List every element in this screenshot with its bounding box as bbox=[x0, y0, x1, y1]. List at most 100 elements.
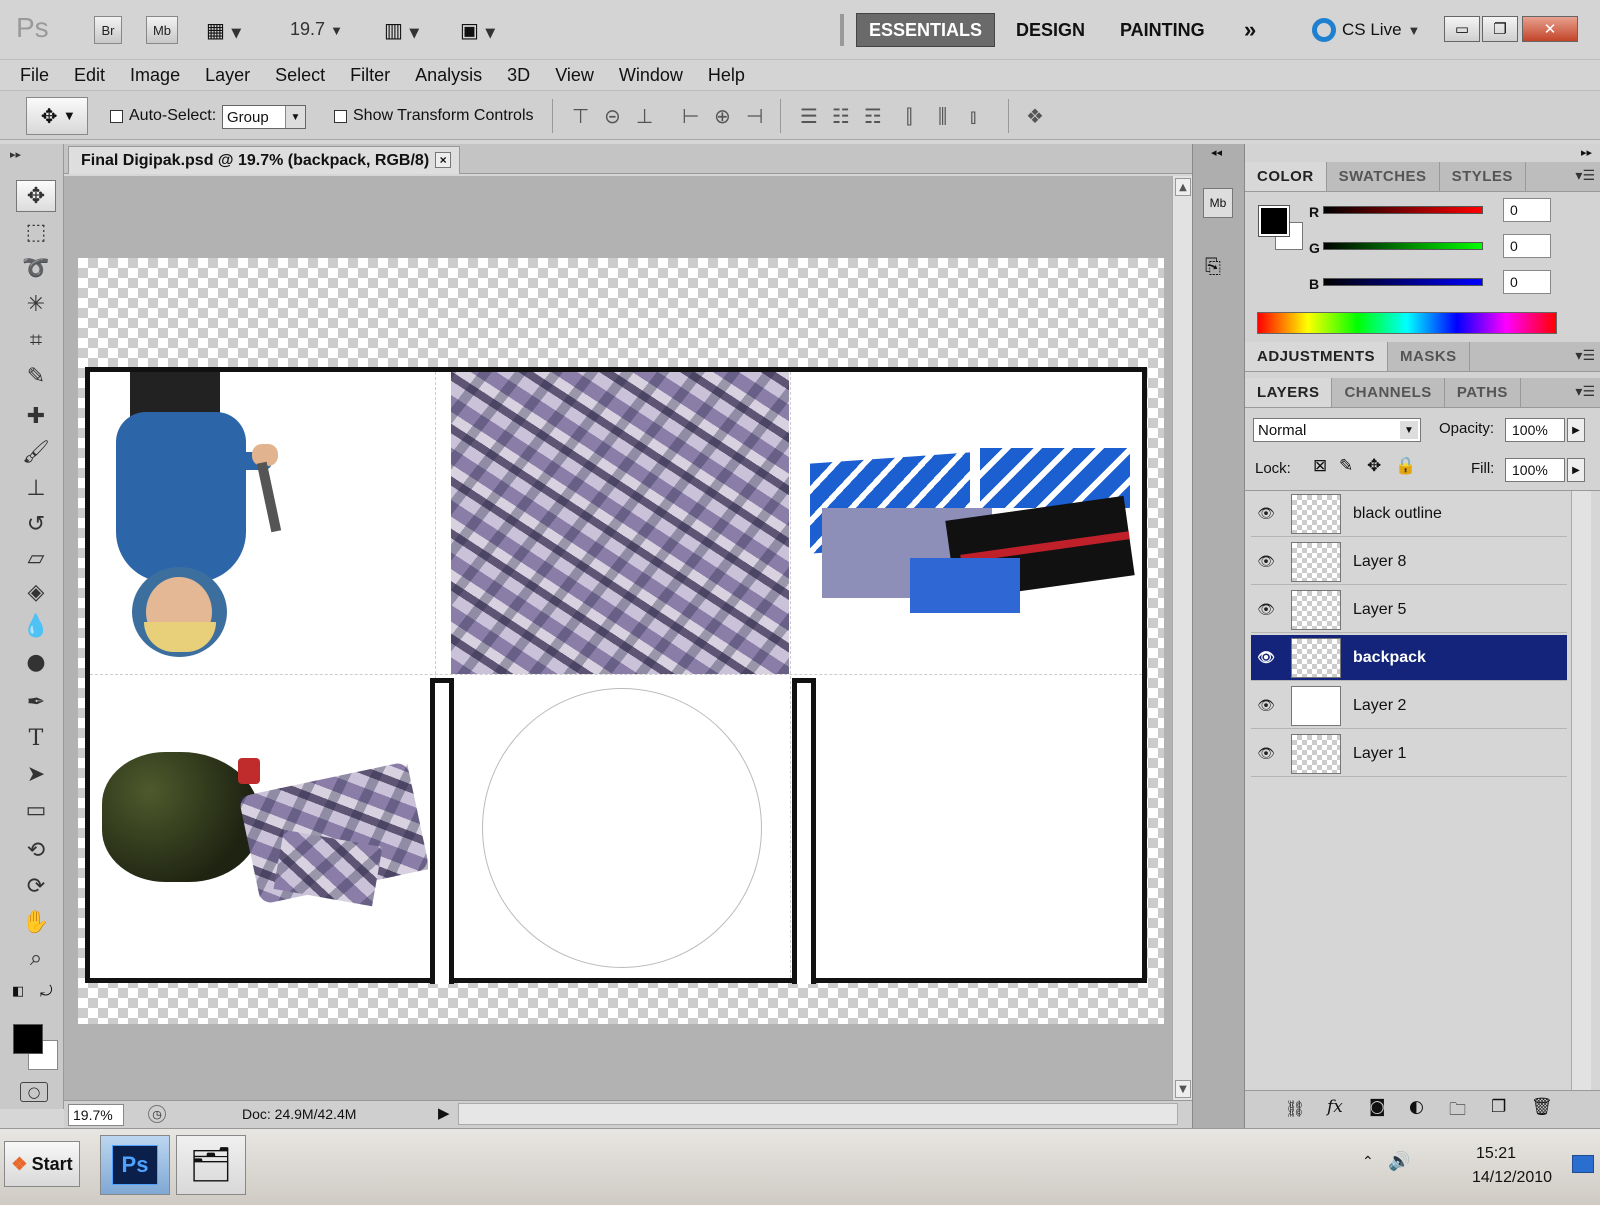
blue-slider[interactable] bbox=[1323, 278, 1483, 286]
arrange-documents-icon[interactable]: ▥ ▼ bbox=[384, 18, 419, 42]
pen-tool-icon[interactable]: ✒ bbox=[16, 686, 56, 718]
add-mask-icon[interactable]: ◙ bbox=[1369, 1097, 1386, 1117]
start-button[interactable]: ❖ Start bbox=[4, 1141, 80, 1187]
adjustment-layer-icon[interactable]: ◐ bbox=[1409, 1097, 1424, 1117]
preview-icon[interactable]: ◷ bbox=[148, 1105, 166, 1123]
auto-select-checkbox[interactable]: Auto-Select: bbox=[110, 107, 216, 125]
menu-select[interactable]: Select bbox=[275, 65, 325, 86]
move-tool-icon[interactable]: ✥ bbox=[16, 180, 56, 212]
menu-3d[interactable]: 3D bbox=[507, 65, 530, 86]
auto-select-dropdown[interactable]: Group ▼ bbox=[222, 105, 306, 129]
magic-wand-tool-icon[interactable]: ✳ bbox=[16, 288, 56, 320]
menu-view[interactable]: View bbox=[555, 65, 594, 86]
more-workspaces-icon[interactable]: » bbox=[1232, 13, 1268, 47]
red-slider[interactable] bbox=[1323, 206, 1483, 214]
eyedropper-tool-icon[interactable]: ✎ bbox=[16, 360, 56, 392]
layer-row-selected[interactable]: 👁 backpack bbox=[1251, 635, 1567, 681]
document-tab[interactable]: Final Digipak.psd @ 19.7% (backpack, RGB… bbox=[68, 146, 461, 174]
menu-window[interactable]: Window bbox=[619, 65, 683, 86]
color-spectrum-bar[interactable] bbox=[1257, 312, 1557, 334]
eraser-tool-icon[interactable]: ▱ bbox=[16, 542, 56, 574]
tab-layers[interactable]: LAYERS bbox=[1245, 378, 1333, 407]
shoebox-image[interactable] bbox=[810, 448, 1140, 618]
hand-tool-icon[interactable]: ✋ bbox=[16, 906, 56, 938]
align-left-icon[interactable]: ⊢ bbox=[682, 104, 699, 128]
visibility-eye-icon[interactable]: 👁 bbox=[1251, 505, 1281, 522]
workspace-painting[interactable]: PAINTING bbox=[1108, 13, 1217, 47]
close-button[interactable]: ✕ bbox=[1522, 16, 1578, 42]
tool-preset-picker[interactable]: ✥ ▼ bbox=[26, 97, 88, 135]
boy-with-knife-image[interactable] bbox=[102, 372, 292, 662]
green-value-field[interactable]: 0 bbox=[1503, 234, 1551, 258]
path-selection-tool-icon[interactable]: ➤ bbox=[16, 758, 56, 790]
green-slider[interactable] bbox=[1323, 242, 1483, 250]
red-value-field[interactable]: 0 bbox=[1503, 198, 1551, 222]
show-hidden-icons-icon[interactable]: ⌃ bbox=[1362, 1153, 1374, 1170]
distribute-left-icon[interactable]: ⫿ bbox=[906, 104, 912, 128]
visibility-eye-icon[interactable]: 👁 bbox=[1251, 553, 1281, 570]
expand-panels-icon[interactable]: ▸▸ bbox=[1581, 146, 1592, 159]
taskbar-explorer[interactable]: 🗂 bbox=[176, 1135, 246, 1195]
visibility-eye-icon[interactable]: 👁 bbox=[1251, 601, 1281, 618]
align-horizontal-center-icon[interactable]: ⊕ bbox=[714, 104, 731, 128]
menu-image[interactable]: Image bbox=[130, 65, 180, 86]
distribute-right-icon[interactable]: ⫾ bbox=[970, 104, 976, 128]
restore-button[interactable]: ❐ bbox=[1482, 16, 1518, 42]
layer-row[interactable]: 👁 black outline bbox=[1251, 491, 1567, 537]
zoom-tool-icon[interactable]: ⌕ bbox=[16, 942, 56, 974]
visibility-eye-icon[interactable]: 👁 bbox=[1251, 697, 1281, 714]
collapse-dock-icon[interactable]: ◂◂ bbox=[1211, 146, 1222, 159]
distribute-vcenter-icon[interactable]: ☷ bbox=[832, 104, 850, 128]
bridge-button[interactable]: Br bbox=[94, 16, 122, 44]
show-transform-controls-checkbox[interactable]: Show Transform Controls bbox=[334, 107, 534, 125]
tab-masks[interactable]: MASKS bbox=[1388, 342, 1470, 371]
color-panel-fg-swatch[interactable] bbox=[1258, 205, 1290, 237]
scroll-up-icon[interactable]: ▲ bbox=[1175, 178, 1191, 196]
workspace-design[interactable]: DESIGN bbox=[1004, 13, 1097, 47]
tab-color[interactable]: COLOR bbox=[1245, 162, 1327, 191]
mini-bridge-panel-icon[interactable]: Mb bbox=[1203, 188, 1233, 218]
marquee-tool-icon[interactable]: ⬚ bbox=[16, 216, 56, 248]
mini-bridge-button[interactable]: Mb bbox=[146, 16, 178, 44]
zoom-field[interactable]: 19.7% bbox=[68, 1104, 124, 1126]
tab-paths[interactable]: PATHS bbox=[1445, 378, 1521, 407]
layers-scrollbar[interactable] bbox=[1571, 491, 1591, 1091]
3d-orbit-tool-icon[interactable]: ⟳ bbox=[16, 870, 56, 902]
view-extras-icon[interactable]: ▦ ▼ bbox=[206, 18, 241, 42]
tab-styles[interactable]: STYLES bbox=[1440, 162, 1526, 191]
link-layers-icon[interactable]: ⛓ bbox=[1285, 1099, 1305, 1118]
align-bottom-icon[interactable]: ⊥ bbox=[636, 104, 653, 128]
panel-menu-icon[interactable]: ▾☰ bbox=[1575, 384, 1595, 400]
blend-mode-dropdown[interactable]: Normal ▼ bbox=[1253, 418, 1421, 442]
workspace-essentials[interactable]: ESSENTIALS bbox=[856, 13, 996, 47]
rectangle-tool-icon[interactable]: ▭ bbox=[16, 794, 56, 826]
tab-adjustments[interactable]: ADJUSTMENTS bbox=[1245, 342, 1389, 371]
lock-position-icon[interactable]: ✥ bbox=[1367, 456, 1381, 476]
swap-colors-icon[interactable]: ⤾ bbox=[40, 982, 53, 1000]
panel-menu-icon[interactable]: ▾☰ bbox=[1575, 168, 1595, 184]
layer-row[interactable]: 👁 Layer 5 bbox=[1251, 587, 1567, 633]
lock-all-icon[interactable]: 🔒 bbox=[1395, 456, 1416, 476]
panel-menu-icon[interactable]: ▾☰ bbox=[1575, 348, 1595, 364]
opacity-slider-arrow-icon[interactable]: ▶ bbox=[1567, 418, 1585, 442]
tab-channels[interactable]: CHANNELS bbox=[1332, 378, 1445, 407]
menu-analysis[interactable]: Analysis bbox=[415, 65, 482, 86]
type-tool-icon[interactable]: T bbox=[16, 722, 56, 754]
opacity-field[interactable]: 100% bbox=[1505, 418, 1565, 442]
distribute-hcenter-icon[interactable]: ⫼ bbox=[938, 104, 947, 128]
lasso-tool-icon[interactable]: ➰ bbox=[16, 252, 56, 284]
align-top-icon[interactable]: ⊤ bbox=[572, 104, 589, 128]
collapse-toolbox-icon[interactable]: ▸▸ bbox=[10, 148, 21, 161]
cs-live-menu[interactable]: CS Live ▼ bbox=[1312, 18, 1420, 42]
history-brush-tool-icon[interactable]: ↺ bbox=[16, 508, 56, 540]
horizontal-scrollbar[interactable] bbox=[458, 1103, 1178, 1125]
taskbar-photoshop[interactable]: Ps bbox=[100, 1135, 170, 1195]
layer-row[interactable]: 👁 Layer 8 bbox=[1251, 539, 1567, 585]
new-group-icon[interactable]: 🗀 bbox=[1449, 1097, 1466, 1126]
menu-help[interactable]: Help bbox=[708, 65, 745, 86]
show-desktop-icon[interactable] bbox=[1572, 1155, 1594, 1173]
menu-edit[interactable]: Edit bbox=[74, 65, 105, 86]
lock-transparent-icon[interactable]: ⊠ bbox=[1313, 456, 1327, 476]
backpack-with-money-image[interactable] bbox=[98, 748, 428, 908]
layer-style-icon[interactable]: fx bbox=[1327, 1097, 1343, 1117]
